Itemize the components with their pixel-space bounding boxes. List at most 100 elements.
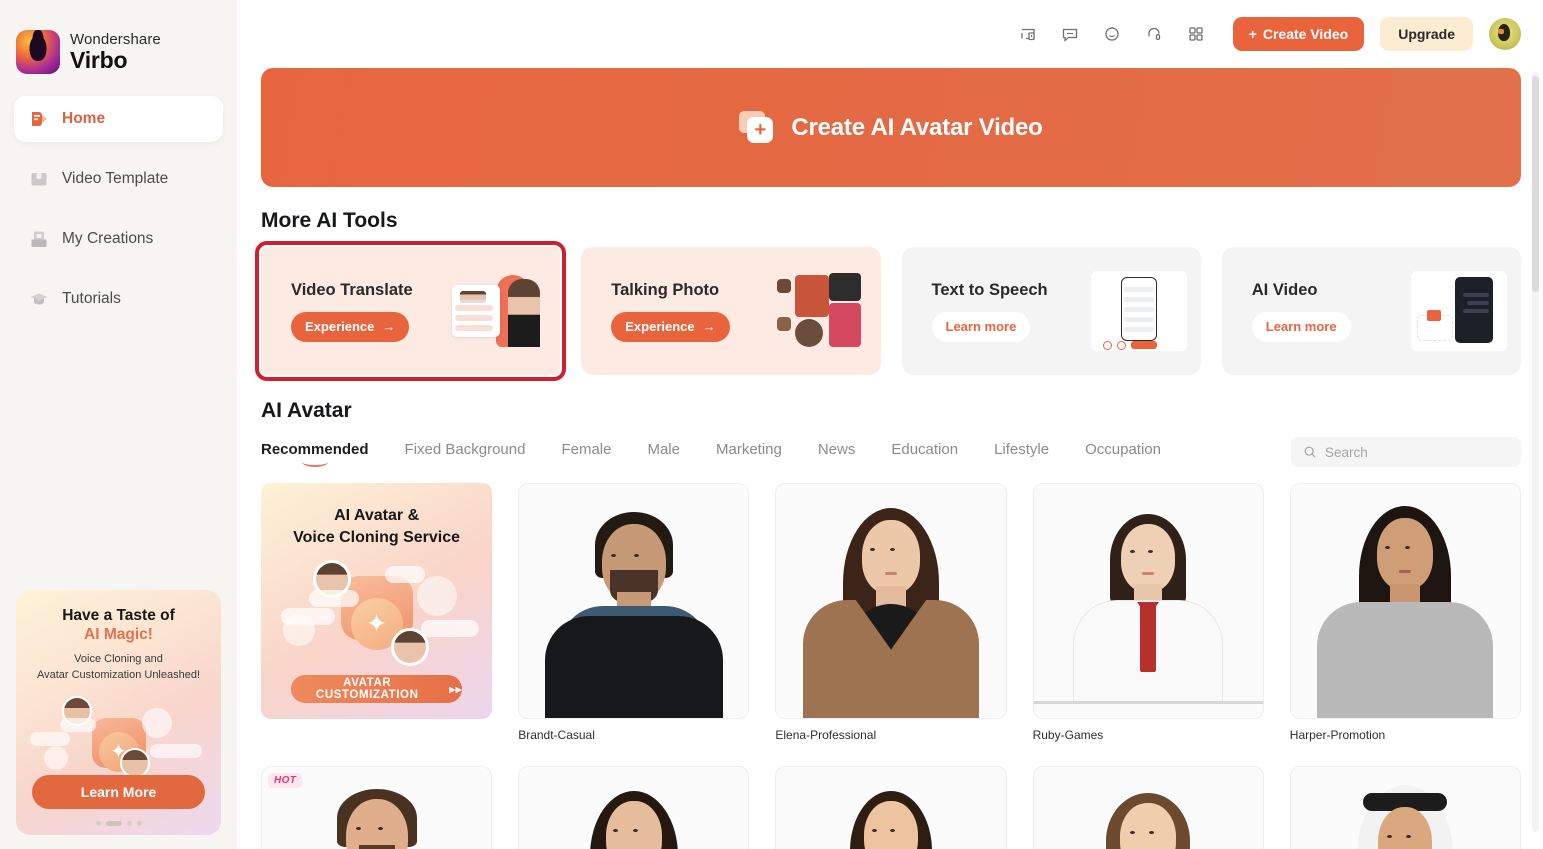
avatar-name: Harper-Promotion — [1289, 728, 1386, 742]
avatar-card-ruby-games[interactable]: Ruby-Games — [1032, 483, 1264, 742]
tool-card-ai-video[interactable]: AI Video Learn more — [1221, 247, 1521, 375]
carousel-dot-active[interactable] — [105, 821, 122, 826]
tab-label: Male — [647, 440, 680, 458]
promo-learn-more-button[interactable]: Learn More — [32, 775, 205, 809]
create-video-button[interactable]: + Create Video — [1232, 17, 1365, 51]
promo-subtitle: Voice Cloning and Avatar Customization U… — [16, 651, 221, 684]
sidebar-item-video-template[interactable]: Video Template — [14, 156, 223, 202]
avatar-customization-button[interactable]: AVATAR CUSTOMIZATION ▸▸ — [291, 675, 463, 703]
avatar-search-box[interactable] — [1291, 437, 1521, 467]
avatar-card-row2-3[interactable] — [775, 766, 1007, 849]
text-to-speech-art — [1090, 271, 1187, 351]
sidebar-promo-card[interactable]: Have a Taste of AI Magic! Voice Cloning … — [16, 590, 221, 835]
brand-company: Wondershare — [70, 31, 161, 49]
sidebar-item-tutorials[interactable]: Tutorials — [14, 276, 223, 322]
ai-tools-grid: Video Translate Experience → Talking Pho… — [254, 241, 1521, 381]
avatar-tabs-row: Recommended Fixed Background Female Male… — [261, 437, 1521, 467]
apps-grid-icon[interactable] — [1185, 23, 1207, 45]
more-ai-tools-title: More AI Tools — [261, 209, 398, 232]
tab-news[interactable]: News — [818, 441, 856, 464]
tab-male[interactable]: Male — [647, 441, 680, 464]
avatar-customization-label: AVATAR CUSTOMIZATION — [315, 677, 419, 701]
vertical-scrollbar-thumb[interactable] — [1532, 76, 1539, 292]
tab-label: Fixed Background — [404, 440, 526, 458]
promo-title: Have a Taste of AI Magic! — [16, 606, 221, 645]
tab-label: Education — [891, 440, 959, 458]
avatar-card-row2-2[interactable] — [518, 766, 750, 849]
create-video-label: Create Video — [1262, 26, 1349, 42]
promo-card-line2: Voice Cloning Service — [293, 528, 461, 546]
active-tab-underline — [301, 457, 328, 467]
sidebar-item-label: Home — [62, 110, 106, 127]
avatar-thumbnail — [1032, 766, 1264, 849]
brand-text: Wondershare Virbo — [70, 32, 161, 72]
content-scroll-area: + Create AI Avatar Video More AI Tools V… — [237, 68, 1543, 849]
carousel-dot[interactable] — [126, 821, 132, 826]
video-translate-art — [450, 271, 546, 351]
tool-card-video-translate[interactable]: Video Translate Experience → — [254, 241, 567, 381]
hero-label: Create AI Avatar Video — [791, 113, 1043, 141]
desktop-download-icon[interactable] — [1017, 23, 1039, 45]
avatar-grid: AI Avatar & Voice Cloning Service ✦ AVAT… — [261, 483, 1521, 849]
upgrade-button[interactable]: Upgrade — [1380, 17, 1473, 51]
avatar-card-row2-5[interactable] — [1289, 766, 1521, 849]
avatar-card-brandt-casual[interactable]: Brandt-Casual — [518, 483, 750, 742]
virbo-logo-icon — [16, 30, 60, 74]
arrow-right-icon: → — [702, 319, 716, 334]
avatar-name: Ruby-Games — [1032, 728, 1104, 742]
learn-more-button[interactable]: Learn more — [1251, 311, 1351, 342]
carousel-dot[interactable] — [136, 821, 142, 826]
tab-occupation[interactable]: Occupation — [1085, 441, 1161, 464]
sidebar-item-my-creations[interactable]: My Creations — [14, 216, 223, 262]
avatar-promo-card[interactable]: AI Avatar & Voice Cloning Service ✦ AVAT… — [261, 483, 493, 742]
double-arrow-icon: ▸▸ — [449, 684, 463, 696]
sidebar-nav: Home Video Template My Creations Tutoria… — [0, 96, 237, 322]
topbar: + Create Video Upgrade — [237, 0, 1543, 68]
avatar-card-row2-4[interactable] — [1032, 766, 1264, 849]
carousel-dot[interactable] — [95, 821, 101, 826]
tool-label: Text to Speech — [931, 280, 1048, 299]
tool-card-talking-photo[interactable]: Talking Photo Experience → — [581, 247, 881, 375]
create-ai-avatar-video-banner[interactable]: + Create AI Avatar Video — [261, 68, 1521, 187]
tab-lifestyle[interactable]: Lifestyle — [994, 441, 1049, 464]
promo-artwork: ✦ — [16, 688, 221, 778]
tab-marketing[interactable]: Marketing — [716, 441, 782, 464]
promo-card-title: AI Avatar & Voice Cloning Service — [261, 505, 492, 548]
search-input[interactable] — [1325, 444, 1509, 460]
tab-recommended[interactable]: Recommended — [261, 441, 369, 467]
avatar-thumbnail — [518, 766, 750, 849]
experience-button[interactable]: Experience → — [611, 311, 730, 342]
main-area: + Create Video Upgrade + Create AI Avata… — [237, 0, 1543, 849]
avatar-thumbnail — [518, 483, 750, 719]
promo-title-line2: AI Magic! — [84, 626, 153, 644]
sidebar-item-label: My Creations — [62, 230, 154, 247]
tab-fixed-background[interactable]: Fixed Background — [405, 441, 526, 464]
promo-card-line1: AI Avatar & — [334, 507, 420, 524]
smiley-pumpkin-icon[interactable] — [1101, 23, 1123, 45]
avatar-thumbnail — [775, 766, 1007, 849]
tab-label: Marketing — [715, 440, 782, 458]
tool-label: AI Video — [1251, 280, 1318, 299]
experience-button[interactable]: Experience → — [291, 311, 410, 342]
avatar-card-elena-professional[interactable]: Elena-Professional — [775, 483, 1007, 742]
tab-label: Occupation — [1085, 440, 1161, 458]
learn-more-button[interactable]: Learn more — [931, 311, 1031, 342]
tool-cta-label: Experience — [305, 319, 375, 334]
plus-icon: + — [1248, 26, 1257, 42]
sidebar-item-home[interactable]: Home — [14, 96, 223, 142]
brand-logo-area[interactable]: Wondershare Virbo — [0, 22, 237, 74]
headset-support-icon[interactable] — [1143, 23, 1165, 45]
tab-female[interactable]: Female — [561, 441, 611, 464]
avatar-name: Elena-Professional — [775, 728, 877, 742]
tab-education[interactable]: Education — [891, 441, 958, 464]
promo-carousel-dots[interactable] — [16, 821, 221, 826]
avatar-card-harper-promotion[interactable]: Harper-Promotion — [1289, 483, 1521, 742]
avatar-card-hot[interactable]: HOT — [261, 766, 493, 849]
tool-card-text-to-speech[interactable]: Text to Speech Learn more — [901, 247, 1201, 375]
chat-bubble-icon[interactable] — [1059, 23, 1081, 45]
tab-label: News — [817, 440, 856, 458]
promo-title-line1: Have a Taste of — [62, 607, 175, 624]
user-avatar[interactable] — [1489, 18, 1521, 50]
promo-card-artwork: ✦ — [261, 558, 492, 668]
brand-product: Virbo — [70, 46, 128, 73]
